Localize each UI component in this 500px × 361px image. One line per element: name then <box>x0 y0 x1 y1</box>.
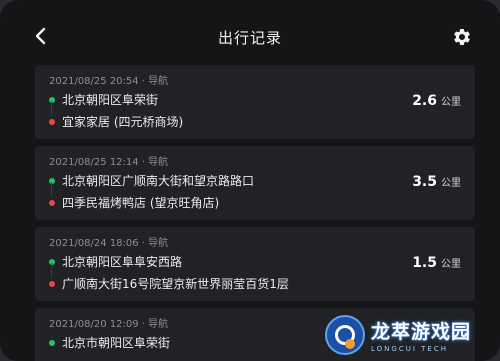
trip-card[interactable]: 2021/08/25 20:54 · 导航 北京朝阳区阜荣街 宜家家居 (四元桥… <box>35 65 475 139</box>
end-dot-icon <box>49 118 55 125</box>
trip-start: 北京朝阳区阜阜安西路 <box>49 253 182 270</box>
distance-unit: 公里 <box>441 97 461 108</box>
trip-end: 宜家家居 (四元桥商场) <box>49 113 183 130</box>
distance-value: 2.6 <box>412 93 437 109</box>
distance-value: 3.5 <box>412 174 437 190</box>
watermark: 龙萃游戏园 LONGCUI TECH <box>325 312 495 358</box>
start-address: 北京朝阳区阜阜安西路 <box>62 255 183 269</box>
start-dot-icon <box>49 177 55 184</box>
trip-meta: 2021/08/25 12:14 · 导航 <box>49 157 169 168</box>
start-dot-icon <box>49 96 55 103</box>
trip-start: 北京市朝阳区阜荣街 <box>49 334 170 351</box>
trip-card[interactable]: 2021/08/25 12:14 · 导航 北京朝阳区广顺南大街和望京路路口 四… <box>35 146 475 220</box>
trip-end: 四季民福烤鸭店 (望京旺角店) <box>49 194 219 211</box>
end-address: 宜家家居 (四元桥商场) <box>62 115 184 129</box>
trip-start: 北京朝阳区阜荣街 <box>49 91 158 108</box>
trip-start: 北京朝阳区广顺南大街和望京路路口 <box>49 172 254 189</box>
distance-unit: 公里 <box>441 178 461 189</box>
end-dot-icon <box>49 280 55 287</box>
trip-meta: 2021/08/25 20:54 · 导航 <box>49 76 169 87</box>
end-address: 四季民福烤鸭店 (望京旺角店) <box>62 196 220 210</box>
trip-distance: 2.6 公里 <box>412 93 461 109</box>
watermark-subtitle: LONGCUI TECH <box>371 345 448 353</box>
distance-unit: 公里 <box>441 259 461 270</box>
gear-icon <box>454 28 470 45</box>
watermark-title: 龙萃游戏园 <box>371 321 472 343</box>
settings-button[interactable] <box>452 27 472 47</box>
end-dot-icon <box>49 199 55 206</box>
distance-value: 1.5 <box>412 255 437 271</box>
trip-card[interactable]: 2021/08/24 18:06 · 导航 北京朝阳区阜阜安西路 广顺南大街16… <box>35 227 475 301</box>
watermark-logo-icon <box>325 315 365 355</box>
trip-meta: 2021/08/20 12:09 · 导航 <box>49 319 169 330</box>
start-dot-icon <box>49 339 55 346</box>
header: 出行记录 <box>0 0 500 64</box>
end-address: 广顺南大街16号院望京新世界丽莹百货1层 <box>62 277 289 291</box>
start-address: 北京朝阳区广顺南大街和望京路路口 <box>62 174 255 188</box>
trip-distance: 3.5 公里 <box>412 174 461 190</box>
start-dot-icon <box>49 258 55 265</box>
trip-end: 广顺南大街16号院望京新世界丽莹百货1层 <box>49 275 289 292</box>
watermark-text: 龙萃游戏园 LONGCUI TECH <box>371 317 471 353</box>
trip-distance: 1.5 公里 <box>412 255 461 271</box>
start-address: 北京市朝阳区阜荣街 <box>62 336 171 350</box>
trip-meta: 2021/08/24 18:06 · 导航 <box>49 238 169 249</box>
app-frame: 出行记录 2021/08/25 20:54 · 导航 北京朝阳区阜荣街 宜家家居… <box>0 0 500 361</box>
start-address: 北京朝阳区阜荣街 <box>62 93 159 107</box>
page-title: 出行记录 <box>217 29 282 47</box>
